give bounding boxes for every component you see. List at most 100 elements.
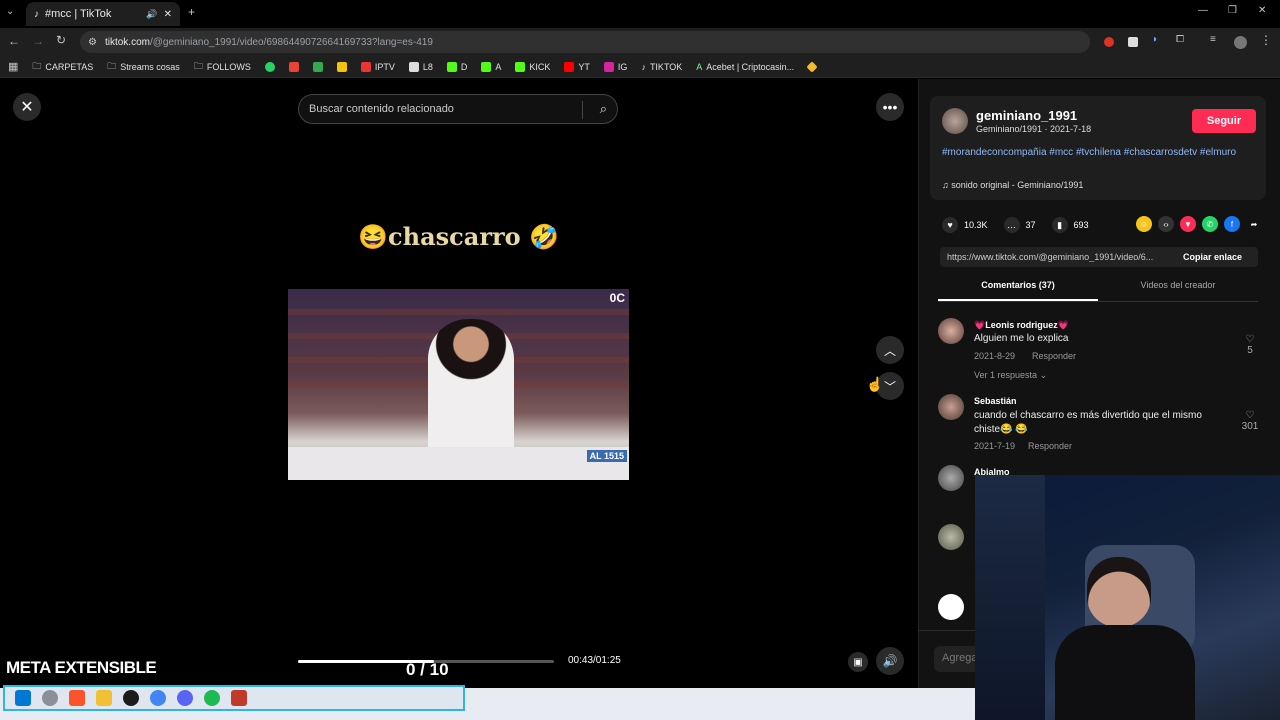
comment-like[interactable]: ♡ 5 — [1240, 334, 1260, 356]
author-username[interactable]: geminiano_1991 — [976, 108, 1077, 123]
window-close-icon[interactable]: ✕ — [1258, 5, 1266, 16]
friends-share-icon[interactable]: ☺ — [1136, 216, 1152, 232]
brave-icon[interactable] — [69, 690, 85, 706]
address-bar[interactable]: ⚙ tiktok.com/@geminiano_1991/video/69864… — [80, 31, 1090, 53]
stream-goal-label: META EXTENSIBLE — [6, 658, 157, 677]
bookmark-tiktok[interactable]: ♪ TIKTOK — [641, 62, 682, 72]
studio-table — [288, 447, 629, 480]
panel-tabs: Comentarios (37) Videos del creador — [938, 280, 1258, 302]
video-frame[interactable]: 0C AL 1515 — [288, 289, 629, 480]
site-info-icon[interactable]: ⚙ — [88, 37, 97, 48]
settings-icon[interactable] — [42, 690, 58, 706]
follow-button[interactable]: Seguir — [1192, 109, 1256, 133]
bookmark-iptv[interactable]: IPTV — [360, 61, 395, 72]
search-icon[interactable]: ⌕ — [600, 101, 607, 117]
discord-icon[interactable] — [177, 690, 193, 706]
youtube-icon — [564, 61, 575, 72]
media-control-icon[interactable]: ≡ — [1210, 34, 1216, 45]
bookmark-acebet[interactable]: A Acebet | Criptocasin... — [696, 62, 794, 72]
bookmark-ig[interactable]: IG — [603, 61, 627, 72]
sound-link[interactable]: ♫ sonido original - Geminiano/1991 — [942, 180, 1083, 190]
music-note-icon: ♫ — [942, 180, 952, 190]
volume-icon: 🔊 — [882, 654, 898, 668]
keep-icon[interactable] — [336, 61, 347, 72]
facebook-share-icon[interactable]: f — [1224, 216, 1240, 232]
bookmark-a[interactable]: A — [481, 61, 501, 72]
new-tab-icon[interactable]: + — [188, 5, 195, 19]
tab-creator-videos[interactable]: Videos del creador — [1098, 280, 1258, 301]
channel-logo: AL 1515 — [586, 450, 627, 462]
obs-icon[interactable] — [123, 690, 139, 706]
whatsapp-share-icon[interactable]: ✆ — [1202, 216, 1218, 232]
comment-avatar[interactable] — [938, 524, 964, 550]
view-replies-button[interactable]: Ver 1 respuesta ⌄ — [974, 370, 1047, 381]
bookmark-yt[interactable]: YT — [564, 61, 590, 72]
back-icon[interactable]: ← — [8, 34, 20, 48]
bookmark-l8[interactable]: L8 — [408, 61, 433, 72]
bookmark-carpetas[interactable]: 🗀 CARPETAS — [32, 59, 93, 75]
comment-avatar[interactable] — [938, 594, 964, 620]
send-icon[interactable]: ▼ — [1180, 216, 1196, 232]
reload-icon[interactable]: ↻ — [56, 33, 66, 47]
bookmark-follows[interactable]: 🗀 FOLLOWS — [194, 59, 251, 75]
embed-icon[interactable]: ‹› — [1158, 216, 1174, 232]
close-video-button[interactable]: ✕ — [13, 93, 41, 121]
minimize-icon[interactable]: — — [1198, 5, 1208, 16]
share-icons: ☺ ‹› ▼ ✆ f ➦ — [1136, 216, 1262, 232]
comment-avatar[interactable] — [938, 394, 964, 420]
tab-close-icon[interactable]: ✕ — [164, 9, 172, 20]
like-stat[interactable]: ♥ 10.3K — [942, 217, 988, 233]
bookmarks-bar: ▦ 🗀 CARPETAS 🗀 Streams cosas 🗀 FOLLOWS IPTV… — [0, 56, 1280, 78]
video-hashtags[interactable]: #morandeconcompañia #mcc #tvchilena #cha… — [942, 146, 1242, 160]
more-options-button[interactable]: ••• — [876, 93, 904, 121]
bookmark-streams-cosas[interactable]: 🗀 Streams cosas — [107, 59, 180, 75]
gmail-icon[interactable] — [288, 61, 299, 72]
binance-icon[interactable] — [806, 60, 818, 73]
tab-list-icon[interactable]: ⌄ — [6, 6, 14, 17]
save-stat[interactable]: ▮ 693 — [1051, 217, 1089, 233]
apps-grid-icon[interactable]: ▦ — [8, 60, 18, 73]
chevron-up-icon: ︿ — [883, 343, 896, 358]
profile-avatar[interactable] — [1234, 36, 1247, 49]
google-drive-icon[interactable] — [312, 61, 323, 72]
maximize-icon[interactable]: ❐ — [1228, 5, 1237, 16]
browser-tab[interactable]: ♪ #mcc | TikTok 🔊 ✕ — [26, 2, 180, 26]
app-icon[interactable] — [231, 690, 247, 706]
reply-button[interactable]: Responder — [1032, 351, 1076, 361]
extension-red-icon[interactable] — [1104, 37, 1114, 47]
bookmark-kick[interactable]: KICK — [515, 61, 550, 72]
whatsapp-icon[interactable] — [264, 61, 275, 72]
more-share-icon[interactable]: ➦ — [1246, 216, 1262, 232]
volume-button[interactable]: 🔊 — [876, 647, 904, 675]
windows-start-icon[interactable] — [15, 690, 31, 706]
extensions-puzzle-icon[interactable]: ⧠ — [1176, 34, 1184, 45]
comment-text: Alguien me lo explica — [974, 333, 1069, 344]
comment-stat[interactable]: … 37 — [1003, 217, 1036, 233]
comment-author[interactable]: 💗Leonis rodriguez💗 — [974, 320, 1069, 331]
author-subtitle: Geminiano/1991 · 2021-7-18 — [976, 124, 1092, 134]
file-explorer-icon[interactable] — [96, 690, 112, 706]
browser-menu-icon[interactable]: ⋮ — [1260, 33, 1272, 47]
related-search-input[interactable]: Buscar contenido relacionado ⌕ — [298, 94, 618, 124]
share-link[interactable]: https://www.tiktok.com/@geminiano_1991/v… — [947, 252, 1175, 262]
extension-wave-icon[interactable]: ◗ — [1152, 34, 1158, 45]
reply-button[interactable]: Responder — [1028, 441, 1072, 451]
forward-icon[interactable]: → — [32, 34, 44, 48]
folder-icon: 🗀 — [107, 60, 117, 71]
chrome-icon[interactable] — [150, 690, 166, 706]
audio-playing-icon[interactable]: 🔊 — [146, 9, 157, 20]
previous-video-button[interactable]: ︿ — [876, 336, 904, 364]
folder-icon: 🗀 — [193, 60, 203, 71]
comment-author[interactable]: Sebastián — [974, 396, 1017, 406]
picture-in-picture-button[interactable]: ▣ — [848, 652, 868, 672]
tab-comments[interactable]: Comentarios (37) — [938, 280, 1098, 301]
spotify-icon[interactable] — [204, 690, 220, 706]
comment-avatar[interactable] — [938, 465, 964, 491]
extension-shield-icon[interactable] — [1128, 37, 1138, 47]
copy-link-button[interactable]: Copiar enlace — [1183, 252, 1242, 262]
tiktok-favicon-icon: ♪ — [34, 8, 39, 20]
bookmark-d[interactable]: D — [446, 61, 467, 72]
comment-like[interactable]: ♡ 301 — [1236, 410, 1264, 432]
author-avatar[interactable] — [942, 108, 968, 134]
comment-avatar[interactable] — [938, 318, 964, 344]
